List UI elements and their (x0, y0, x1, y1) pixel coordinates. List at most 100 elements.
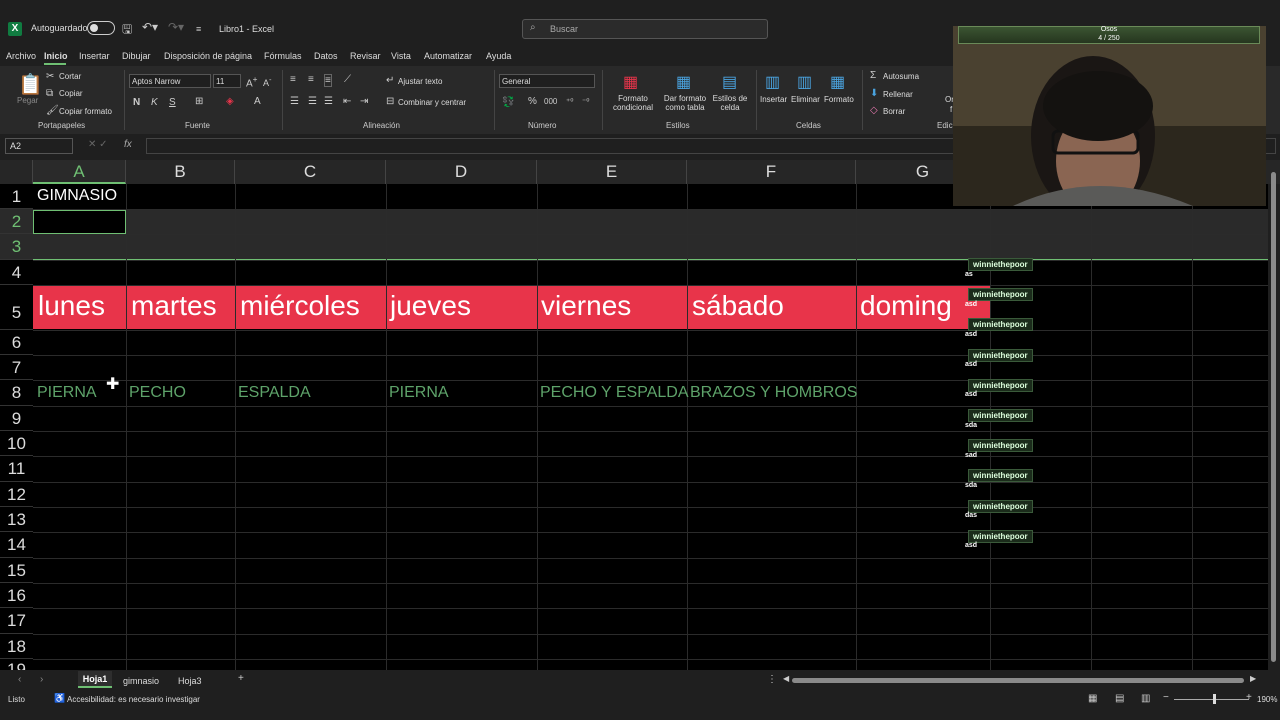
cell-d8[interactable]: PIERNA (389, 384, 449, 402)
menu-insertar[interactable]: Insertar (79, 51, 110, 61)
row-header-18[interactable]: 18 (0, 634, 33, 659)
insert-cells-button[interactable]: Insertar (760, 95, 787, 104)
decrease-font-icon[interactable]: A- (263, 75, 272, 88)
save-icon[interactable]: 🖫 (122, 20, 132, 41)
row-header-16[interactable]: 16 (0, 583, 33, 608)
row-header-6[interactable]: 6 (0, 330, 33, 355)
menu-revisar[interactable]: Revisar (350, 51, 381, 61)
zoom-in-icon[interactable]: + (1246, 692, 1252, 703)
scroll-right-icon[interactable]: ▶ (1250, 674, 1256, 683)
zoom-level[interactable]: 190% (1257, 695, 1277, 704)
align-middle-icon[interactable]: ≡ (308, 74, 314, 85)
cell-c5[interactable]: miércoles (240, 290, 360, 322)
menu-automatizar[interactable]: Automatizar (424, 51, 472, 61)
cell-b5[interactable]: martes (131, 290, 217, 322)
zoom-out-icon[interactable]: − (1163, 692, 1169, 703)
increase-font-icon[interactable]: A+ (246, 74, 258, 89)
row-header-12[interactable]: 12 (0, 482, 33, 507)
zoom-slider-thumb[interactable] (1213, 694, 1216, 704)
active-cell-a2[interactable] (33, 210, 126, 234)
menu-formulas[interactable]: Fórmulas (264, 51, 302, 61)
table-format-button[interactable]: Dar formato como tabla (661, 94, 709, 112)
column-header-b[interactable]: B (126, 160, 235, 184)
add-sheet-icon[interactable]: + (238, 673, 244, 684)
horizontal-scroll-thumb[interactable] (792, 678, 1244, 683)
percent-icon[interactable]: % (528, 96, 537, 107)
clear-button[interactable]: Borrar (883, 107, 905, 116)
row-header-17[interactable]: 17 (0, 608, 33, 634)
cell-f5[interactable]: sábado (692, 290, 784, 322)
menu-dibujar[interactable]: Dibujar (122, 51, 151, 61)
sheet-tab-gimnasio[interactable]: gimnasio (123, 676, 159, 686)
orientation-icon[interactable]: ⟋ (344, 74, 351, 85)
font-name-select[interactable]: Aptos Narrow (129, 74, 211, 88)
column-header-c[interactable]: C (235, 160, 386, 184)
cell-g5[interactable]: doming (860, 290, 952, 322)
fill-color-icon[interactable]: ◈ (226, 96, 234, 107)
cell-a1[interactable]: GIMNASIO (37, 187, 117, 205)
thousands-icon[interactable]: 000 (544, 97, 557, 106)
select-all-corner[interactable] (0, 160, 33, 184)
undo-icon[interactable]: ↶▾ (142, 20, 158, 34)
zoom-slider[interactable] (1174, 699, 1249, 700)
cancel-icon[interactable]: ✕ ✓ (88, 139, 108, 150)
column-header-e[interactable]: E (537, 160, 687, 184)
merge-center-button[interactable]: Combinar y centrar (398, 98, 466, 107)
row-header-13[interactable]: 13 (0, 507, 33, 532)
row-header-3[interactable]: 3 (0, 234, 33, 260)
row-header-10[interactable]: 10 (0, 431, 33, 456)
align-bottom-icon[interactable]: ≡ (324, 74, 332, 87)
column-header-f[interactable]: F (687, 160, 856, 184)
next-sheet-icon[interactable]: › (40, 674, 43, 685)
menu-inicio[interactable]: Inicio (44, 51, 68, 61)
bold-icon[interactable]: N (133, 97, 140, 108)
menu-archivo[interactable]: Archivo (6, 51, 36, 61)
number-format-select[interactable]: General (499, 74, 595, 88)
row-header-7[interactable]: 7 (0, 355, 33, 380)
format-cells-button[interactable]: Formato (824, 95, 854, 104)
conditional-format-button[interactable]: Formato condicional (609, 94, 657, 112)
font-size-select[interactable]: 11 (213, 74, 241, 88)
cell-a8[interactable]: PIERNA (37, 384, 97, 402)
cell-styles-button[interactable]: Estilos de celda (711, 94, 749, 112)
wrap-text-button[interactable]: Ajustar texto (398, 77, 442, 86)
copy-button[interactable]: Copiar (59, 89, 83, 98)
align-center-icon[interactable]: ☰ (308, 96, 317, 107)
italic-icon[interactable]: K (151, 97, 158, 108)
align-right-icon[interactable]: ☰ (324, 96, 333, 107)
menu-ayuda[interactable]: Ayuda (486, 51, 511, 61)
cell-e8[interactable]: PECHO Y ESPALDA (540, 384, 689, 402)
scroll-left-icon[interactable]: ◀ (783, 674, 789, 683)
cell-d5[interactable]: jueves (390, 290, 471, 322)
sheet-tab-hoja3[interactable]: Hoja3 (178, 676, 202, 686)
column-header-a[interactable]: A (33, 160, 126, 184)
menu-vista[interactable]: Vista (391, 51, 411, 61)
normal-view-icon[interactable]: ▦ (1088, 693, 1097, 704)
menu-datos[interactable]: Datos (314, 51, 338, 61)
autosum-button[interactable]: Autosuma (883, 72, 919, 81)
row-header-14[interactable]: 14 (0, 532, 33, 558)
more-options-icon[interactable]: ⋮ (767, 674, 777, 685)
row-header-19[interactable]: 19 (0, 659, 33, 670)
delete-cells-button[interactable]: Eliminar (791, 95, 820, 104)
align-top-icon[interactable]: ≡ (290, 74, 296, 85)
font-color-icon[interactable]: A (254, 96, 261, 107)
row-header-15[interactable]: 15 (0, 558, 33, 583)
customize-toolbar-icon[interactable]: ≡ (196, 24, 201, 34)
row-header-9[interactable]: 9 (0, 406, 33, 431)
name-box[interactable]: A2 (5, 138, 73, 154)
align-left-icon[interactable]: ☰ (290, 96, 299, 107)
cell-e5[interactable]: viernes (541, 290, 631, 322)
cell-b8[interactable]: PECHO (129, 384, 186, 402)
paste-button[interactable]: Pegar (17, 96, 38, 105)
page-break-icon[interactable]: ▥ (1141, 693, 1150, 704)
row-header-11[interactable]: 11 (0, 456, 33, 482)
cell-a5[interactable]: lunes (38, 290, 105, 322)
redo-icon[interactable]: ↷▾ (168, 20, 184, 34)
insert-function-icon[interactable]: fx (124, 139, 132, 150)
row-header-5[interactable]: 5 (0, 285, 33, 330)
cell-c8[interactable]: ESPALDA (238, 384, 311, 402)
page-layout-icon[interactable]: ▤ (1115, 693, 1124, 704)
cell-f8[interactable]: BRAZOS Y HOMBROS (690, 384, 857, 402)
currency-icon[interactable]: 💱 (502, 97, 514, 108)
